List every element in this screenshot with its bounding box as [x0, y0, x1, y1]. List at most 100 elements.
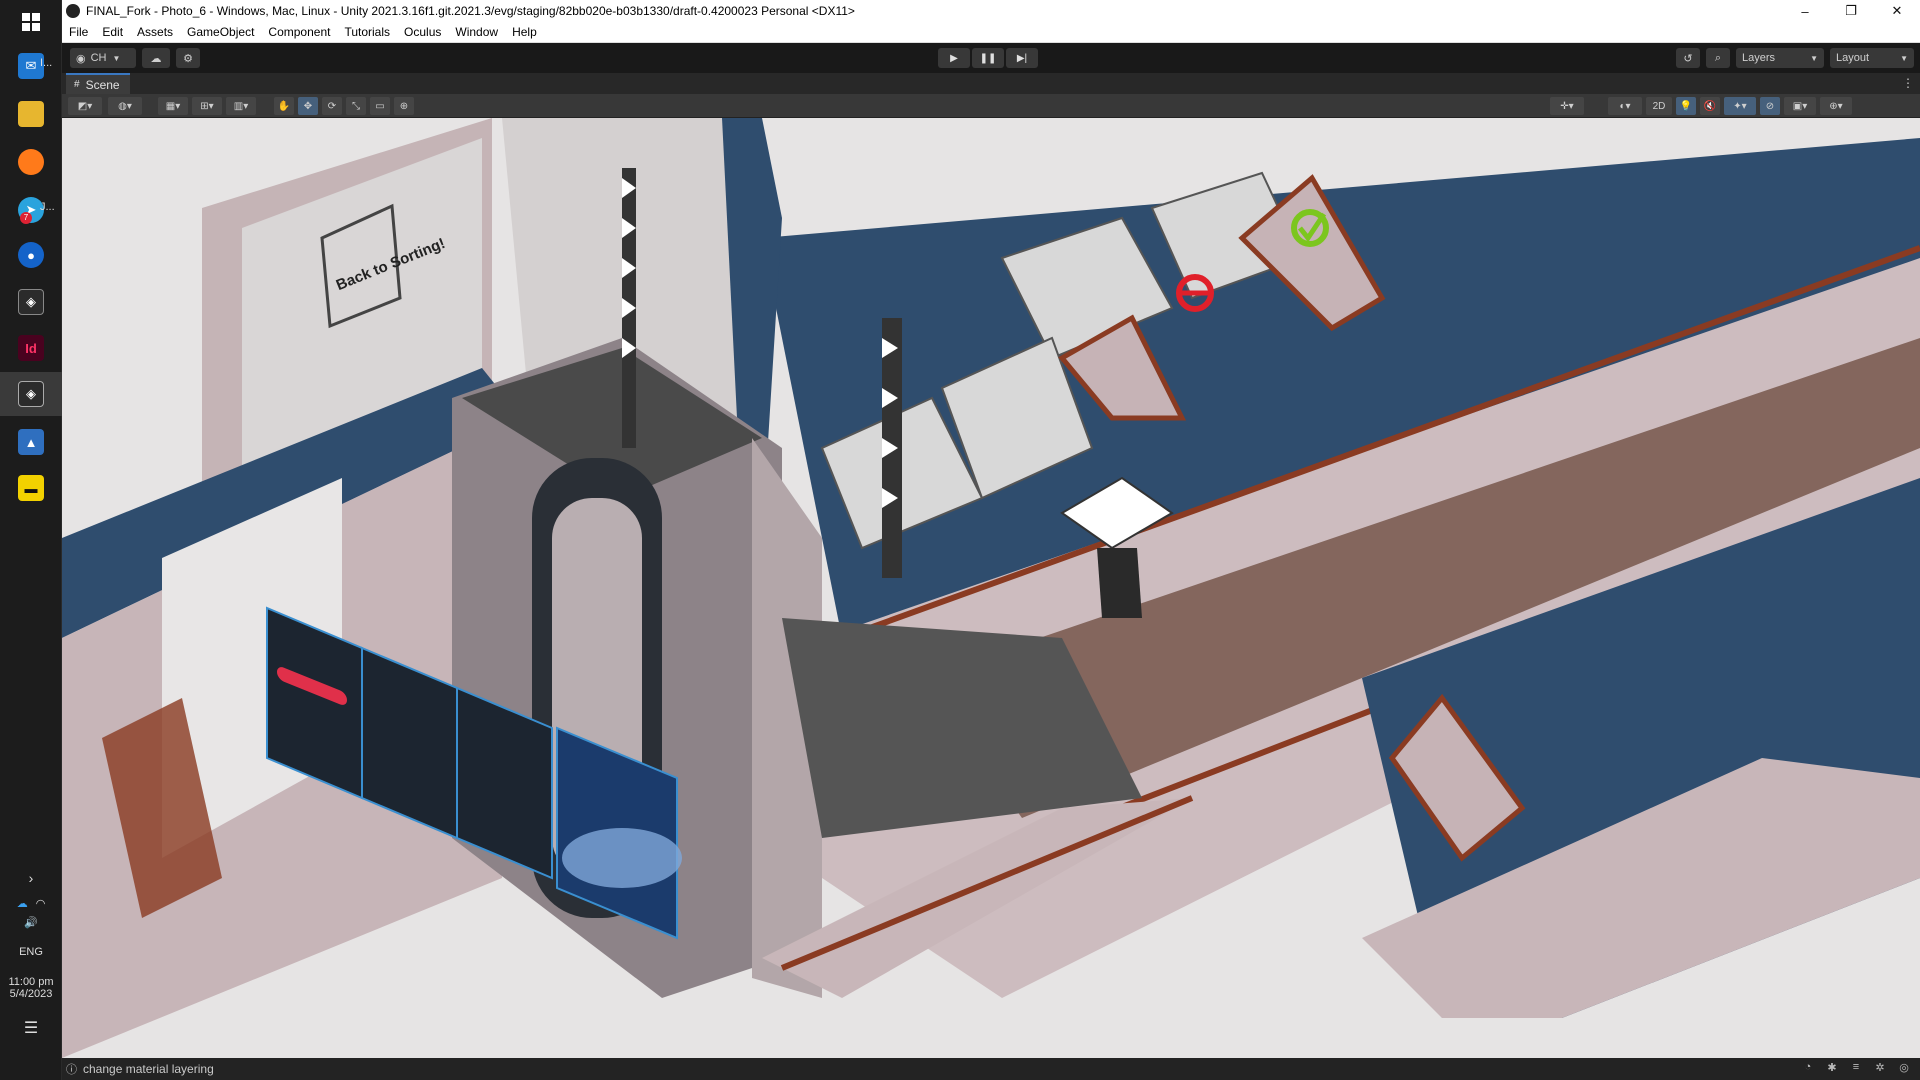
maximize-button[interactable]: ❐ — [1828, 0, 1874, 22]
scene-tab[interactable]: # Scene — [66, 73, 130, 94]
pause-button[interactable]: ❚❚ — [972, 48, 1004, 68]
notification-center-icon[interactable]: ☰ — [0, 1018, 62, 1038]
windows-taskbar: ✉ I... ➤ 7 J... ● ◈ Id ◈ ▲ ▬ › ☁ ◠ 🔊 ENG… — [0, 0, 62, 1080]
minimize-button[interactable]: – — [1782, 0, 1828, 22]
scale-icon: ⤡ — [352, 100, 360, 112]
system-tray: › ☁ ◠ 🔊 ENG 11:00 pm 5/4/2023 ☰ — [0, 870, 62, 1038]
chevron-right-icon[interactable]: › — [0, 870, 62, 890]
undo-history-button[interactable]: ↺ — [1676, 48, 1700, 68]
rect-icon: ▭ — [375, 100, 385, 112]
scene-tab-label: Scene — [85, 77, 120, 92]
grid-icon: ▦▾ — [165, 100, 181, 112]
app-icon: ▬ — [18, 475, 44, 501]
menu-window[interactable]: Window — [448, 22, 505, 43]
account-dropdown[interactable]: ◉ CH ▼ — [70, 48, 136, 68]
align-dropdown[interactable]: ▥▾ — [226, 97, 256, 115]
rect-tool[interactable]: ▭ — [370, 97, 390, 115]
search-button[interactable]: ⌕ — [1706, 48, 1730, 68]
move-tool[interactable]: ✥ — [298, 97, 318, 115]
volume-icon[interactable]: 🔊 — [0, 916, 62, 938]
taskbar-item-unity[interactable]: ◈ — [0, 372, 62, 416]
pivot-dropdown[interactable]: ✛▾ — [1550, 97, 1584, 115]
play-button[interactable]: ▶ — [938, 48, 970, 68]
shading-dropdown[interactable]: ◐▾ — [1608, 97, 1642, 115]
layers-label: Layers — [1742, 52, 1776, 64]
menu-assets[interactable]: Assets — [130, 22, 180, 43]
draw-mode-icon: ◩▾ — [77, 100, 93, 112]
taskbar-item-indesign[interactable]: Id — [0, 326, 62, 370]
layout-dropdown[interactable]: Layout ▼ — [1830, 48, 1914, 68]
layers-dropdown[interactable]: Layers ▼ — [1736, 48, 1824, 68]
folder-icon — [18, 101, 44, 127]
clock-date[interactable]: 5/4/2023 — [0, 988, 62, 1000]
taskbar-label: I... — [40, 57, 53, 69]
tab-menu-icon[interactable]: ⋮ — [1902, 76, 1914, 90]
status-bar: ⓘ change material layering ◔ ✱ ≡ ✲ ◎ — [62, 1058, 1920, 1080]
audio-icon: 🔇 — [1703, 100, 1717, 112]
camera-icon: ▣▾ — [1792, 100, 1808, 112]
menu-edit[interactable]: Edit — [95, 22, 130, 43]
info-icon: ⓘ — [66, 1064, 77, 1076]
scene-view-toolbar: ◩▾ ◍▾ ▦▾ ⊞▾ ▥▾ ✋ ✥ ⟳ ⤡ ▭ ⊕ ✛▾ ◐▾ 2D 💡 🔇 … — [62, 94, 1920, 118]
taskbar-item-unity-hub[interactable]: ◈ — [0, 280, 62, 324]
menu-oculus[interactable]: Oculus — [397, 22, 448, 43]
scale-tool[interactable]: ⤡ — [346, 97, 366, 115]
audio-toggle[interactable]: 🔇 — [1700, 97, 1720, 115]
debug-icon[interactable]: ✲ — [1872, 1061, 1888, 1077]
close-button[interactable]: ✕ — [1874, 0, 1920, 22]
playmode-controls: ▶ ❚❚ ▶| — [938, 48, 1038, 68]
hand-icon: ✋ — [277, 100, 291, 112]
language-indicator[interactable]: ENG — [0, 938, 62, 966]
onedrive-icon[interactable]: ☁ — [17, 897, 28, 910]
taskbar-item-file-explorer[interactable] — [0, 92, 62, 136]
scene-render: Back to Sorting! — [62, 118, 1920, 1058]
taskbar-item-mail[interactable]: ✉ I... — [0, 44, 62, 88]
cache-icon[interactable]: ◎ — [1896, 1061, 1912, 1077]
pause-icon: ❚❚ — [979, 52, 997, 64]
menu-file[interactable]: File — [62, 22, 95, 43]
draw-mode-dropdown[interactable]: ◩▾ — [68, 97, 102, 115]
effects-dropdown[interactable]: ✦▾ — [1724, 97, 1756, 115]
render-mode-dropdown[interactable]: ◍▾ — [108, 97, 142, 115]
windows-logo-icon — [22, 13, 40, 31]
taskbar-item-maps[interactable]: ● — [0, 233, 62, 277]
scene-viewport[interactable]: Back to Sorting! — [62, 118, 1920, 1058]
toggle-2d-button[interactable]: 2D — [1646, 97, 1672, 115]
transform-tool[interactable]: ⊕ — [394, 97, 414, 115]
menu-tutorials[interactable]: Tutorials — [337, 22, 397, 43]
menu-component[interactable]: Component — [261, 22, 337, 43]
scene-visibility-toggle[interactable]: ⊘ — [1760, 97, 1780, 115]
lighting-toggle[interactable]: 💡 — [1676, 97, 1696, 115]
rotate-tool[interactable]: ⟳ — [322, 97, 342, 115]
effects-icon: ✦▾ — [1733, 100, 1747, 112]
taskbar-item-photos[interactable]: ▲ — [0, 420, 62, 464]
hand-tool[interactable]: ✋ — [274, 97, 294, 115]
menu-gameobject[interactable]: GameObject — [180, 22, 261, 43]
taskbar-item-firefox[interactable] — [0, 140, 62, 184]
eye-off-icon: ⊘ — [1765, 100, 1775, 112]
collab-button[interactable]: ⚙ — [176, 48, 200, 68]
menu-help[interactable]: Help — [505, 22, 544, 43]
cloud-button[interactable]: ☁ — [142, 48, 170, 68]
status-message[interactable]: change material layering — [83, 1062, 214, 1076]
chevron-down-icon: ▼ — [1900, 53, 1908, 63]
grid-snap-dropdown[interactable]: ▦▾ — [158, 97, 188, 115]
progress-icon[interactable]: ≡ — [1848, 1061, 1864, 1077]
clock-time[interactable]: 11:00 pm — [0, 976, 62, 988]
taskbar-item-telegram[interactable]: ➤ 7 J... — [0, 188, 62, 232]
globe-icon: ◍▾ — [118, 100, 132, 112]
taskbar-item-app[interactable]: ▬ — [0, 466, 62, 510]
align-icon: ▥▾ — [233, 100, 249, 112]
taskbar-label: J... — [40, 201, 55, 213]
camera-dropdown[interactable]: ▣▾ — [1784, 97, 1816, 115]
firefox-icon — [18, 149, 44, 175]
gizmos-dropdown[interactable]: ⊕▾ — [1820, 97, 1852, 115]
snap-icon: ⊞▾ — [200, 100, 214, 112]
bug-icon[interactable]: ✱ — [1824, 1061, 1840, 1077]
wifi-icon[interactable]: ◠ — [36, 897, 46, 910]
start-button[interactable] — [0, 0, 62, 44]
step-button[interactable]: ▶| — [1006, 48, 1038, 68]
collab-status-icon[interactable]: ◔ — [1800, 1061, 1816, 1077]
increment-snap-dropdown[interactable]: ⊞▾ — [192, 97, 222, 115]
desktop: ✉ I... ➤ 7 J... ● ◈ Id ◈ ▲ ▬ › ☁ ◠ 🔊 ENG… — [0, 0, 1920, 1080]
